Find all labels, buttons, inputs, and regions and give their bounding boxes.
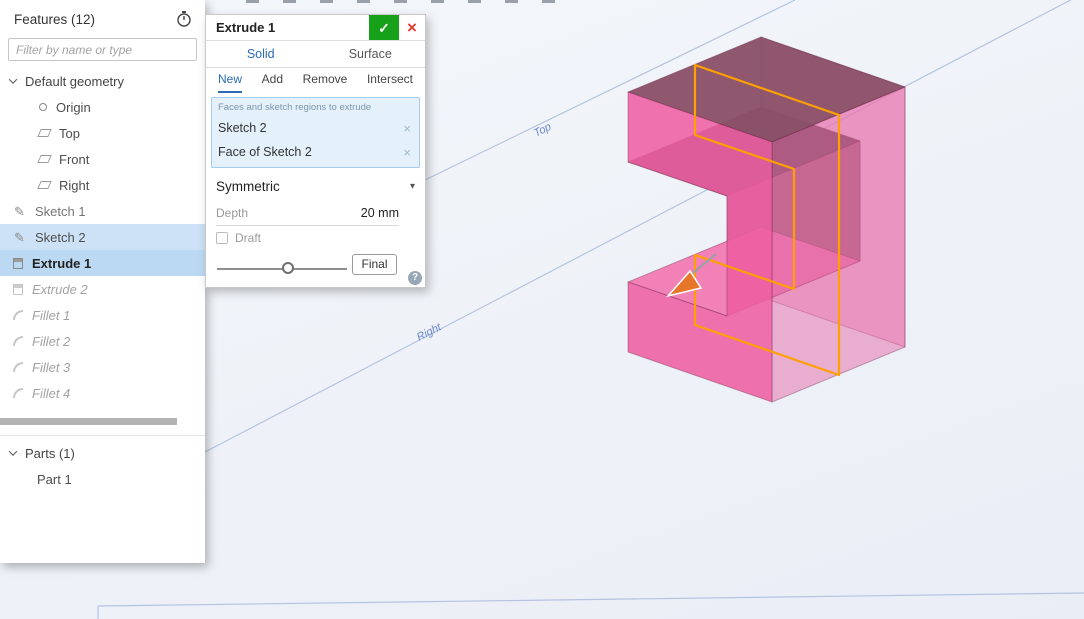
- feature-item-fillet-2[interactable]: Fillet 2: [0, 328, 205, 354]
- preview-slider-thumb[interactable]: [282, 262, 294, 274]
- extrude-icon: [13, 257, 23, 269]
- feature-label: Right: [59, 177, 90, 193]
- parts-title: Parts (1): [25, 445, 75, 461]
- plane-icon: [37, 181, 52, 189]
- part-label: Part 1: [37, 471, 72, 487]
- remove-selection-icon[interactable]: ×: [403, 121, 413, 136]
- part-solid[interactable]: [627, 36, 906, 403]
- onshape-app: Top Right Features (12) Filter by name o…: [0, 0, 1084, 619]
- dialog-title: Extrude 1: [216, 20, 276, 35]
- feature-item-default-geometry[interactable]: Default geometry: [0, 68, 205, 94]
- feature-label: Fillet 2: [32, 333, 71, 349]
- plane-icon: [37, 155, 52, 163]
- feature-item-right[interactable]: Right: [0, 172, 205, 198]
- part-item[interactable]: Part 1: [0, 466, 205, 492]
- extrude-icon: [13, 283, 23, 295]
- feature-label: Sketch 1: [35, 203, 86, 219]
- parts-section-header[interactable]: Parts (1): [0, 440, 205, 466]
- part-face-front[interactable]: [627, 91, 773, 403]
- feature-item-extrude-2[interactable]: Extrude 2: [0, 276, 205, 302]
- sketch-icon: ✎: [14, 229, 25, 245]
- confirm-button[interactable]: ✓: [369, 15, 399, 40]
- feature-item-fillet-3[interactable]: Fillet 3: [0, 354, 205, 380]
- help-icon[interactable]: ?: [408, 271, 422, 285]
- dialog-tabs: Solid Surface: [206, 41, 425, 68]
- feature-item-sketch-2[interactable]: ✎ Sketch 2: [0, 224, 205, 250]
- chevron-down-icon[interactable]: [8, 447, 18, 456]
- chevron-down-icon: ▾: [409, 180, 415, 192]
- end-condition-dropdown[interactable]: Symmetric ▾: [206, 172, 425, 200]
- selection-item-label: Face of Sketch 2: [218, 145, 312, 159]
- feature-label: Fillet 4: [32, 385, 71, 401]
- feature-label: Extrude 2: [32, 281, 88, 297]
- parts-section: Parts (1) Part 1: [0, 435, 205, 492]
- fillet-icon: [13, 336, 23, 346]
- check-icon: ✓: [378, 20, 390, 36]
- feature-label: Default geometry: [25, 73, 124, 89]
- tab-solid[interactable]: Solid: [206, 41, 316, 67]
- sketch-icon: ✎: [14, 203, 25, 219]
- chevron-down-icon[interactable]: [8, 75, 18, 84]
- filter-input[interactable]: [8, 38, 197, 61]
- features-panel-title: Features (12): [14, 11, 96, 27]
- cancel-button[interactable]: ×: [399, 15, 425, 40]
- feature-label: Origin: [56, 99, 91, 115]
- selection-item[interactable]: Face of Sketch 2 ×: [218, 140, 413, 164]
- feature-item-top[interactable]: Top: [0, 120, 205, 146]
- selection-caption: Faces and sketch regions to extrude: [218, 102, 372, 113]
- mode-remove[interactable]: Remove: [303, 68, 348, 93]
- mode-add[interactable]: Add: [262, 68, 283, 93]
- fillet-icon: [13, 362, 23, 372]
- extrude-dialog: Extrude 1 ✓ × Solid Surface New Add Remo…: [205, 14, 426, 288]
- feature-tree: Default geometry Origin Top Front Right …: [0, 68, 205, 406]
- feature-item-extrude-1[interactable]: Extrude 1: [0, 250, 205, 276]
- feature-label: Fillet 1: [32, 307, 71, 323]
- right-plane-label: Right: [415, 321, 444, 344]
- feature-label: Sketch 2: [35, 229, 86, 245]
- selection-item-label: Sketch 2: [218, 121, 267, 135]
- tab-surface[interactable]: Surface: [316, 41, 426, 67]
- feature-label: Top: [59, 125, 80, 141]
- cropped-toolbar-icons: [246, 0, 564, 3]
- final-button[interactable]: Final: [352, 254, 397, 275]
- feature-item-sketch-1[interactable]: ✎ Sketch 1: [0, 198, 205, 224]
- selection-list[interactable]: Faces and sketch regions to extrude Sket…: [211, 97, 420, 168]
- mode-intersect[interactable]: Intersect: [367, 68, 413, 93]
- depth-row: Depth 20 mm: [216, 200, 399, 226]
- plane-icon: [37, 129, 52, 137]
- boolean-mode-tabs: New Add Remove Intersect: [206, 68, 425, 93]
- depth-label: Depth: [216, 205, 249, 220]
- draft-row: Draft: [206, 226, 425, 250]
- features-panel-header: Features (12): [0, 0, 205, 38]
- feature-label: Fillet 3: [32, 359, 71, 375]
- depth-input[interactable]: 20 mm: [361, 206, 399, 220]
- dialog-titlebar: Extrude 1 ✓ ×: [206, 15, 425, 41]
- dialog-footer: Final ?: [206, 250, 425, 287]
- draft-checkbox[interactable]: [216, 232, 228, 244]
- features-panel: Features (12) Default geometry Origin: [0, 0, 205, 563]
- bottom-plane-edge: [97, 592, 1084, 607]
- feature-item-origin[interactable]: Origin: [0, 94, 205, 120]
- origin-icon: [39, 103, 47, 111]
- selection-item[interactable]: Sketch 2 ×: [218, 116, 413, 140]
- end-condition-value: Symmetric: [216, 178, 280, 194]
- plane-labels: Top Right: [415, 121, 553, 344]
- feature-label: Extrude 1: [32, 255, 92, 271]
- mode-new[interactable]: New: [218, 68, 243, 93]
- feature-item-fillet-4[interactable]: Fillet 4: [0, 380, 205, 406]
- remove-selection-icon[interactable]: ×: [403, 145, 413, 160]
- feature-label: Front: [59, 151, 90, 167]
- feature-item-front[interactable]: Front: [0, 146, 205, 172]
- rollback-bar[interactable]: [0, 418, 177, 425]
- feature-item-fillet-1[interactable]: Fillet 1: [0, 302, 205, 328]
- fillet-icon: [13, 388, 23, 398]
- fillet-icon: [13, 310, 23, 320]
- top-plane-label: Top: [532, 121, 553, 140]
- close-icon: ×: [407, 18, 417, 37]
- draft-label: Draft: [235, 231, 262, 245]
- history-icon[interactable]: [175, 10, 193, 28]
